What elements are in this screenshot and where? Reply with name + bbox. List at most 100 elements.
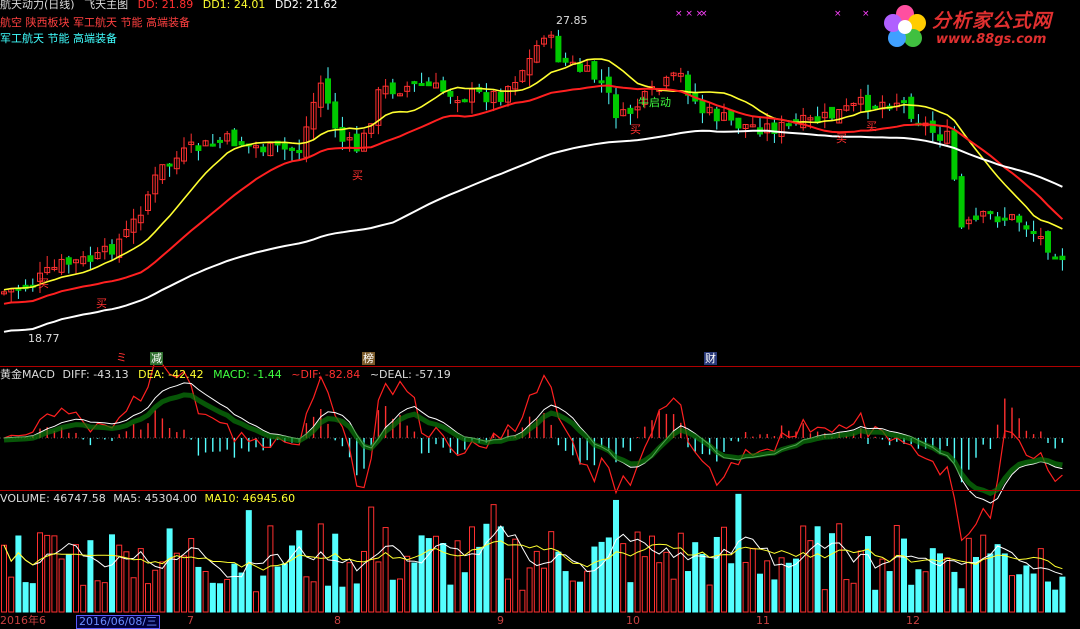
- volume-bar: [526, 567, 533, 613]
- candle-body: [440, 80, 447, 92]
- event-badge-finance[interactable]: 财: [704, 352, 717, 365]
- volume-bar: [440, 543, 447, 613]
- buy-signal-4: 买: [836, 132, 847, 145]
- macd-name: 黄金MACD: [0, 368, 55, 381]
- sector-tags-line2: 军工航天 节能 高端装备: [0, 32, 117, 45]
- volume-bar: [685, 571, 691, 613]
- volume-bar: [857, 550, 864, 613]
- volume-bar: [58, 558, 65, 613]
- event-badge-reduce[interactable]: 减: [150, 352, 163, 365]
- volume-bar: [159, 561, 166, 613]
- candle-body: [209, 143, 216, 147]
- volume-bar: [1, 544, 7, 613]
- volume-bar: [87, 540, 94, 613]
- volume-bar: [778, 557, 785, 613]
- volume-bar: [317, 523, 324, 613]
- volume-bar: [764, 560, 771, 613]
- volume-bar: [728, 563, 735, 613]
- candle-body: [562, 57, 569, 63]
- volume-bar: [123, 551, 130, 613]
- volume-bar: [353, 583, 360, 613]
- volume-bar: [980, 534, 987, 613]
- volume-bar: [325, 585, 331, 613]
- volume-bar: [692, 542, 699, 613]
- volume-bar: [721, 526, 727, 613]
- stock-chart-canvas[interactable]: [0, 0, 1080, 628]
- buy-signal-3: 买: [630, 123, 641, 136]
- volume-bar: [886, 571, 893, 613]
- volume-bar: [310, 581, 317, 613]
- candle-body: [829, 106, 835, 119]
- volume-value: VOLUME: 46747.58: [0, 492, 106, 505]
- volume-bar: [339, 586, 346, 613]
- volume-bar: [843, 579, 850, 613]
- logo-name: 分析家公式网: [932, 10, 1053, 32]
- volume-bar: [1009, 575, 1015, 613]
- flower-logo-icon: [884, 5, 926, 47]
- candle-body: [1052, 256, 1059, 260]
- volume-bar: [238, 572, 245, 613]
- x-axis-month-9: 9: [497, 614, 504, 627]
- ma-white-line: [3, 129, 1063, 333]
- volume-bar: [469, 526, 475, 613]
- site-logo[interactable]: 分析家公式网 www.88gs.com: [876, 2, 1076, 52]
- ma-red-line: [3, 84, 1064, 305]
- event-badge-list[interactable]: 榜: [362, 352, 375, 365]
- buy-signal-5: 买: [866, 120, 877, 133]
- candle-body: [987, 211, 994, 215]
- candle-body: [289, 147, 295, 151]
- volume-bar: [641, 556, 648, 613]
- volume-bar: [699, 553, 706, 613]
- x-axis-month-7: 7: [187, 614, 194, 627]
- candle-body: [728, 109, 735, 121]
- volume-bar: [44, 534, 51, 613]
- candle-body: [577, 63, 583, 72]
- volume-bar: [361, 550, 367, 613]
- volume-bar: [569, 580, 576, 613]
- volume-bar: [829, 533, 835, 613]
- volume-bar: [202, 570, 209, 613]
- volume-bar: [958, 588, 965, 613]
- volume-bar: [137, 548, 144, 613]
- candle-body: [166, 163, 173, 167]
- volume-ma10-value: MA10: 46945.60: [204, 492, 296, 505]
- dd1-value: DD1: 24.01: [202, 0, 266, 11]
- candle-body: [994, 216, 1001, 223]
- candle-body: [598, 80, 605, 84]
- candle-body: [1045, 231, 1051, 253]
- volume-bar: [793, 558, 799, 613]
- volume-bar: [8, 576, 15, 613]
- candle-body: [958, 176, 965, 228]
- candle-body: [699, 99, 706, 114]
- candle-body: [217, 139, 223, 143]
- volume-bar: [519, 589, 526, 613]
- top-mark-single-2: ×: [834, 9, 842, 19]
- candle-body: [389, 82, 396, 95]
- candle-body: [785, 123, 792, 127]
- volume-bar: [29, 583, 36, 613]
- volume-bar: [613, 499, 619, 613]
- main-panel-header: 航天动力(日线) 飞天主图 DD: 21.89 DD1: 24.01 DD2: …: [0, 0, 344, 11]
- volume-bar: [965, 537, 972, 613]
- candle-body: [937, 134, 943, 141]
- event-glyph[interactable]: ミ: [116, 352, 127, 364]
- panel-separator-macd-volume: [0, 490, 1080, 491]
- candle-body: [447, 90, 454, 97]
- volume-bar: [836, 523, 843, 613]
- volume-panel-header: VOLUME: 46747.58 MA5: 45304.00 MA10: 469…: [0, 493, 295, 505]
- candle-body: [735, 117, 742, 129]
- volume-bar: [447, 584, 454, 613]
- volume-bar: [649, 535, 655, 613]
- volume-bar: [130, 577, 137, 613]
- candle-body: [411, 81, 418, 85]
- volume-bar: [267, 525, 274, 613]
- x-axis-month-8: 8: [334, 614, 341, 627]
- macd-macd-value: MACD: -1.44: [213, 368, 282, 381]
- sector-tags-line1: 航空 陕西板块 军工航天 节能 高端装备: [0, 16, 190, 29]
- volume-bar: [231, 563, 238, 613]
- candle-body: [238, 141, 245, 146]
- volume-bar: [80, 584, 87, 613]
- candle-body: [65, 257, 72, 265]
- volume-bar: [663, 551, 670, 613]
- volume-bar: [800, 525, 807, 613]
